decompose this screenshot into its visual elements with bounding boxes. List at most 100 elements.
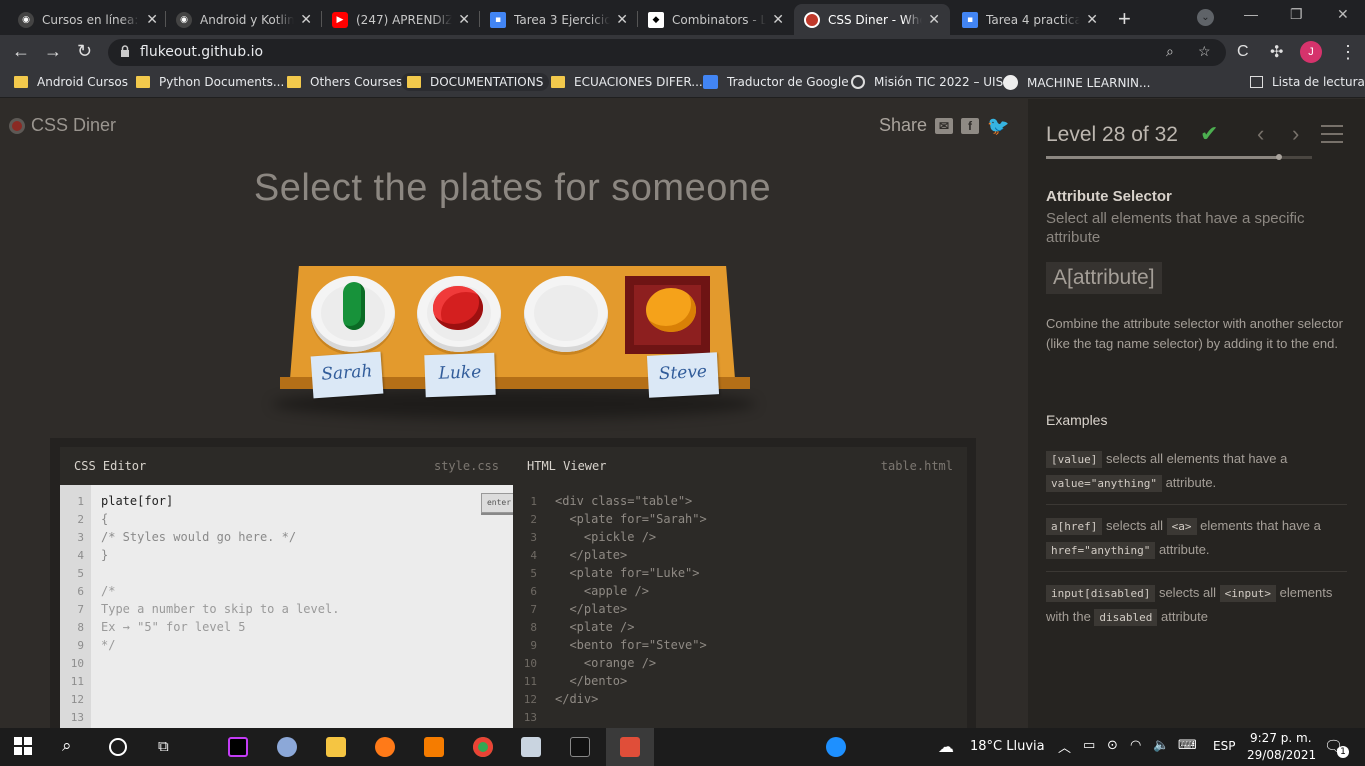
twitter-icon[interactable]: 🐦 bbox=[987, 117, 1009, 135]
bookmark-item[interactable]: Traductor de Google bbox=[703, 75, 849, 89]
task-view-icon[interactable]: ⧉ bbox=[158, 737, 169, 755]
close-icon[interactable]: ✕ bbox=[458, 12, 470, 28]
file-explorer-icon[interactable] bbox=[326, 737, 346, 757]
code-line: </plate> bbox=[555, 602, 628, 616]
tab-search-icon[interactable]: ⌄ bbox=[1197, 9, 1214, 26]
browser-tab[interactable]: ▶ (247) APRENDIZAJ ✕ bbox=[322, 4, 480, 35]
firefox-icon[interactable] bbox=[375, 737, 395, 757]
search-icon[interactable]: ⌕ bbox=[62, 736, 72, 756]
close-icon[interactable]: ✕ bbox=[772, 12, 784, 28]
reading-list[interactable]: Lista de lectura bbox=[1250, 75, 1365, 89]
css-editor[interactable]: 1 plate[for] 2 {3 /* Styles would go here. *… bbox=[60, 485, 517, 728]
line-number: 13 bbox=[70, 711, 84, 724]
line-number: 8 bbox=[530, 621, 537, 634]
reload-icon[interactable]: ↻ bbox=[77, 41, 92, 62]
browser-tab-active[interactable]: CSS Diner - Where ✕ bbox=[794, 4, 950, 35]
chrome-icon[interactable] bbox=[473, 737, 493, 757]
code-line: plate[for] bbox=[101, 494, 174, 508]
line-number: 13 bbox=[523, 711, 537, 724]
code-line: */ bbox=[101, 638, 116, 652]
close-icon[interactable]: ✕ bbox=[300, 12, 312, 28]
enter-button[interactable]: enter bbox=[481, 493, 517, 513]
browser-tab[interactable]: ◉ Android y Kotlin I ✕ bbox=[166, 4, 322, 35]
minimize-icon[interactable]: — bbox=[1244, 6, 1258, 22]
line-number: 7 bbox=[530, 603, 537, 616]
chrome-menu-icon[interactable]: ⋮ bbox=[1339, 42, 1357, 63]
wifi-icon[interactable]: ◠ bbox=[1130, 738, 1141, 753]
bookmark-item[interactable]: MACHINE LEARNIN... bbox=[1003, 75, 1150, 90]
code-chip: input[disabled] bbox=[1046, 585, 1156, 602]
bookmarks-bar: Android Cursos Python Documents... Other… bbox=[0, 70, 1365, 98]
facebook-icon[interactable]: f bbox=[961, 117, 980, 134]
profile-avatar[interactable]: J bbox=[1300, 41, 1322, 63]
weather-text[interactable]: 18°C Lluvia bbox=[970, 739, 1045, 754]
level-menu-icon[interactable] bbox=[1321, 125, 1343, 143]
browser-tab[interactable]: ◉ Cursos en línea: A ✕ bbox=[8, 4, 168, 35]
classroom-icon: ▪ bbox=[962, 11, 978, 28]
previous-level-icon[interactable]: ‹ bbox=[1257, 121, 1264, 147]
bookmark-label: DOCUMENTATIONS bbox=[430, 75, 544, 89]
bookmark-item[interactable]: ECUACIONES DIFER... bbox=[551, 75, 703, 89]
url-text[interactable]: flukeout.github.io bbox=[140, 44, 263, 60]
windows-start-icon[interactable] bbox=[14, 737, 34, 757]
battery-icon[interactable]: ▭ bbox=[1083, 738, 1095, 753]
forward-icon[interactable]: → bbox=[44, 41, 62, 62]
email-icon[interactable]: ✉ bbox=[935, 117, 954, 134]
show-hidden-icons-icon[interactable]: ︿ bbox=[1058, 737, 1071, 756]
close-icon[interactable]: ✕ bbox=[928, 12, 940, 28]
r-icon[interactable] bbox=[277, 737, 297, 757]
code-line: <plate for="Sarah"> bbox=[555, 512, 707, 526]
clock-time[interactable]: 9:27 p. m. bbox=[1250, 731, 1312, 745]
apple-icon[interactable] bbox=[433, 286, 483, 330]
code-chip: <a> bbox=[1166, 518, 1197, 535]
help-icon[interactable] bbox=[826, 737, 846, 757]
line-number: 9 bbox=[77, 639, 84, 652]
line-number: 12 bbox=[523, 693, 537, 706]
restore-icon[interactable]: ❐ bbox=[1290, 6, 1303, 23]
new-tab-icon[interactable]: + bbox=[1118, 6, 1131, 32]
extensions-puzzle-icon[interactable]: ✣ bbox=[1270, 42, 1283, 62]
clock-date[interactable]: 29/08/2021 bbox=[1247, 748, 1316, 762]
extension-reload-icon[interactable]: C bbox=[1237, 43, 1249, 61]
browser-tab[interactable]: ◆ Combinators - Le ✕ bbox=[638, 4, 794, 35]
keyboard-icon[interactable]: ⌨ bbox=[1178, 738, 1197, 753]
close-icon[interactable]: ✕ bbox=[616, 12, 628, 28]
bookmark-item[interactable]: Others Courses bbox=[287, 75, 402, 89]
browser-tab[interactable]: ▪ Tarea 4 practicar ✕ bbox=[952, 4, 1108, 35]
bookmark-item[interactable]: Android Cursos bbox=[14, 75, 128, 89]
back-icon[interactable]: ← bbox=[12, 41, 30, 62]
sublime-text-icon[interactable] bbox=[424, 737, 444, 757]
plate[interactable] bbox=[524, 276, 608, 352]
close-icon[interactable]: ✕ bbox=[146, 12, 158, 28]
bookmark-item[interactable]: Misión TIC 2022 – UIS bbox=[851, 75, 1003, 89]
intellij-icon[interactable] bbox=[228, 737, 248, 757]
close-icon[interactable]: ✕ bbox=[1086, 12, 1098, 28]
site-favicon-icon: ◆ bbox=[648, 11, 664, 28]
zoom-search-icon[interactable]: ⌕ bbox=[1166, 43, 1174, 60]
line-number: 1 bbox=[77, 495, 84, 508]
bookmark-item[interactable]: DOCUMENTATIONS bbox=[401, 73, 550, 91]
browser-tab[interactable]: ▪ Tarea 3 Ejercicios ✕ bbox=[480, 4, 638, 35]
orange-icon[interactable] bbox=[646, 288, 696, 332]
language-indicator[interactable]: ESP bbox=[1213, 739, 1235, 753]
globe-icon bbox=[851, 75, 865, 89]
pickle-icon[interactable] bbox=[343, 282, 365, 330]
system-tool-icon[interactable] bbox=[521, 737, 541, 757]
next-level-icon[interactable]: › bbox=[1292, 121, 1299, 147]
address-bar[interactable]: flukeout.github.io ⌕ ☆ bbox=[108, 39, 1226, 66]
bookmark-star-icon[interactable]: ☆ bbox=[1198, 43, 1211, 60]
level-indicator[interactable]: Level 28 of 32 bbox=[1046, 123, 1178, 147]
cortana-icon[interactable] bbox=[109, 738, 127, 756]
css-editor-filename: style.css bbox=[433, 459, 499, 473]
bookmark-item[interactable]: Python Documents... bbox=[136, 75, 284, 89]
close-window-icon[interactable]: ✕ bbox=[1337, 6, 1349, 23]
name-tag: Sarah bbox=[310, 351, 384, 399]
weather-icon[interactable]: ☁ bbox=[938, 737, 954, 756]
terminal-icon[interactable] bbox=[570, 737, 590, 757]
line-number: 4 bbox=[530, 549, 537, 562]
device-icon[interactable]: ⊙ bbox=[1107, 738, 1118, 753]
line-number: 3 bbox=[530, 531, 537, 544]
volume-icon[interactable]: 🔈 bbox=[1153, 738, 1169, 753]
code-line: <pickle /> bbox=[555, 530, 657, 544]
git-icon[interactable] bbox=[620, 737, 640, 757]
